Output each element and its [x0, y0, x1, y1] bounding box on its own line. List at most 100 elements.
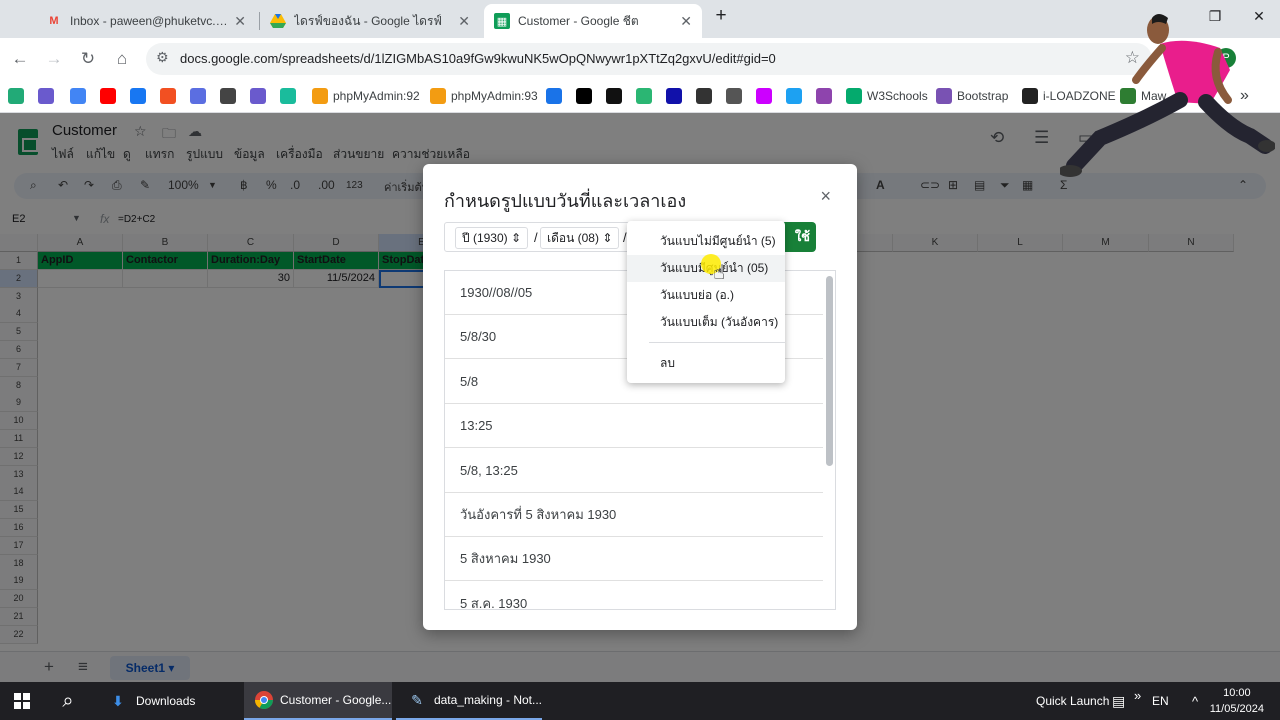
- menu-divider: [649, 342, 785, 343]
- site-info-icon[interactable]: ⚙: [156, 49, 169, 66]
- scrollbar[interactable]: [826, 276, 833, 466]
- globe-icon: [190, 88, 206, 104]
- bookmark-item[interactable]: [726, 86, 747, 106]
- tray-expand-button[interactable]: ^: [1192, 682, 1198, 720]
- google-icon: [70, 88, 86, 104]
- tab-title: Inbox - paween@phuketvc.ac.th: [70, 14, 229, 28]
- bookmark-item[interactable]: [756, 86, 777, 106]
- bookmark-label: Bootstrap: [957, 89, 1009, 103]
- month-chip[interactable]: เดือน (08) ⇕: [540, 227, 620, 249]
- language-indicator[interactable]: EN: [1152, 682, 1169, 720]
- taskbar-notepad[interactable]: ✎ data_making - Not...: [396, 682, 542, 720]
- bookmark-item[interactable]: [8, 86, 29, 106]
- bookmark-item[interactable]: [38, 86, 59, 106]
- bookmark-item[interactable]: [70, 86, 91, 106]
- bookmark-label: W3Schools: [867, 89, 928, 103]
- tab-drive[interactable]: ไดรฟ์ของฉัน - Google ไดรฟ์ ✕: [260, 4, 480, 38]
- bookmark-item[interactable]: [606, 86, 627, 106]
- tv-icon: [726, 88, 742, 104]
- cap-icon: [696, 88, 712, 104]
- sheets-icon: ▦: [494, 13, 510, 29]
- windows-logo-icon: [14, 693, 30, 709]
- bird-icon: [786, 88, 802, 104]
- w3schools-icon: [846, 88, 862, 104]
- bookmark-item[interactable]: [576, 86, 597, 106]
- separator-text[interactable]: /: [534, 230, 538, 245]
- taskbar-label: Customer - Google...: [280, 693, 392, 707]
- close-tab-icon[interactable]: ✕: [680, 13, 692, 30]
- new-tab-button[interactable]: +: [706, 5, 736, 27]
- menu-item-delete[interactable]: ลบ: [627, 350, 785, 377]
- clock-time: 10:00: [1223, 687, 1251, 699]
- bootstrap-icon: [936, 88, 952, 104]
- bookmark-item[interactable]: [786, 86, 807, 106]
- bookmark-item[interactable]: [636, 86, 657, 106]
- bookmark-item[interactable]: W3Schools: [846, 86, 928, 106]
- bookmark-label: phpMyAdmin:92: [333, 89, 420, 103]
- home-button[interactable]: ⌂: [110, 47, 134, 71]
- bookmark-item[interactable]: phpMyAdmin:93: [430, 86, 538, 106]
- bookmark-item[interactable]: [220, 86, 241, 106]
- forward-button[interactable]: →: [42, 47, 66, 71]
- bookmark-item[interactable]: [100, 86, 121, 106]
- url-text: docs.google.com/spreadsheets/d/1lZIGMbAS…: [180, 51, 776, 66]
- format-option[interactable]: 5 สิงหาคม 1930: [445, 537, 823, 582]
- link-icon: [250, 88, 266, 104]
- tab-title: ไดรฟ์ของฉัน - Google ไดรฟ์: [294, 13, 442, 28]
- taskbar-downloads[interactable]: ⬇ Downloads: [96, 682, 242, 720]
- menu-item-day-short[interactable]: วันแบบย่อ (อ.): [627, 282, 785, 309]
- bookmark-item[interactable]: [546, 86, 567, 106]
- bookmark-item[interactable]: [666, 86, 687, 106]
- chip-label: เดือน (08): [547, 231, 599, 245]
- bookmark-item[interactable]: phpMyAdmin:92: [312, 86, 420, 106]
- bookmark-item[interactable]: [250, 86, 271, 106]
- close-tab-icon[interactable]: ✕: [458, 13, 470, 30]
- system-clock[interactable]: 10:00 11/05/2024: [1210, 685, 1264, 717]
- download-folder-icon: ⬇: [112, 692, 124, 709]
- iload-icon: [1022, 88, 1038, 104]
- bookmark-item[interactable]: [160, 86, 181, 106]
- format-option[interactable]: 5 ส.ค. 1930: [445, 582, 823, 609]
- d-icon: [636, 88, 652, 104]
- clock-date: 11/05/2024: [1209, 703, 1264, 715]
- swirl-icon: [756, 88, 772, 104]
- bookmark-item[interactable]: Bootstrap: [936, 86, 1008, 106]
- bookmark-item[interactable]: [130, 86, 151, 106]
- reload-button[interactable]: ↻: [76, 47, 100, 71]
- address-bar[interactable]: ⚙ docs.google.com/spreadsheets/d/1lZIGMb…: [146, 43, 1152, 75]
- hand-cursor-icon: ☝: [713, 262, 726, 284]
- format-option[interactable]: วันอังคารที่ 5 สิงหาคม 1930: [445, 493, 823, 537]
- chip-label: ปี (1930): [462, 231, 508, 245]
- bookmark-label: phpMyAdmin:93: [451, 89, 538, 103]
- tab-sheets[interactable]: ▦ Customer - Google ชีต ✕: [484, 4, 702, 38]
- t-icon: [280, 88, 296, 104]
- bookmark-item[interactable]: [280, 86, 301, 106]
- back-button[interactable]: ←: [8, 47, 32, 71]
- windows-taskbar: ⌕ ⬇ Downloads Customer - Google... ✎ dat…: [0, 682, 1280, 720]
- taskbar-chrome[interactable]: Customer - Google...: [244, 682, 392, 720]
- search-icon[interactable]: ⌕: [48, 682, 88, 720]
- px-icon: [666, 88, 682, 104]
- notepad-icon: ✎: [411, 691, 423, 708]
- quick-launch-more-button[interactable]: »: [1134, 676, 1141, 714]
- notepad-quick-icon[interactable]: ▤: [1112, 682, 1125, 720]
- start-button[interactable]: [0, 682, 44, 720]
- format-option[interactable]: 13:25: [445, 404, 823, 449]
- presenter-photo: [1060, 14, 1275, 177]
- tab-gmail[interactable]: M Inbox - paween@phuketvc.ac.th ✕: [36, 4, 256, 38]
- wix-icon: [576, 88, 592, 104]
- format-option[interactable]: 5/8, 13:25: [445, 449, 823, 493]
- taskbar-label: Downloads: [136, 694, 196, 708]
- close-tab-icon[interactable]: ✕: [234, 13, 246, 30]
- bookmark-item[interactable]: [190, 86, 211, 106]
- bookmark-item[interactable]: [816, 86, 837, 106]
- link-icon: [38, 88, 54, 104]
- menu-item-day-full[interactable]: วันแบบเต็ม (วันอังคาร): [627, 309, 785, 336]
- microsoft-icon: [160, 88, 176, 104]
- quick-launch-label[interactable]: Quick Launch: [1036, 682, 1109, 720]
- menu-item-day-no-leading-zero[interactable]: วันแบบไม่มีศูนย์นำ (5): [627, 228, 785, 255]
- close-icon[interactable]: ×: [820, 186, 831, 207]
- phpmyadmin-icon: [430, 88, 446, 104]
- bookmark-item[interactable]: [696, 86, 717, 106]
- year-chip[interactable]: ปี (1930) ⇕: [455, 227, 529, 249]
